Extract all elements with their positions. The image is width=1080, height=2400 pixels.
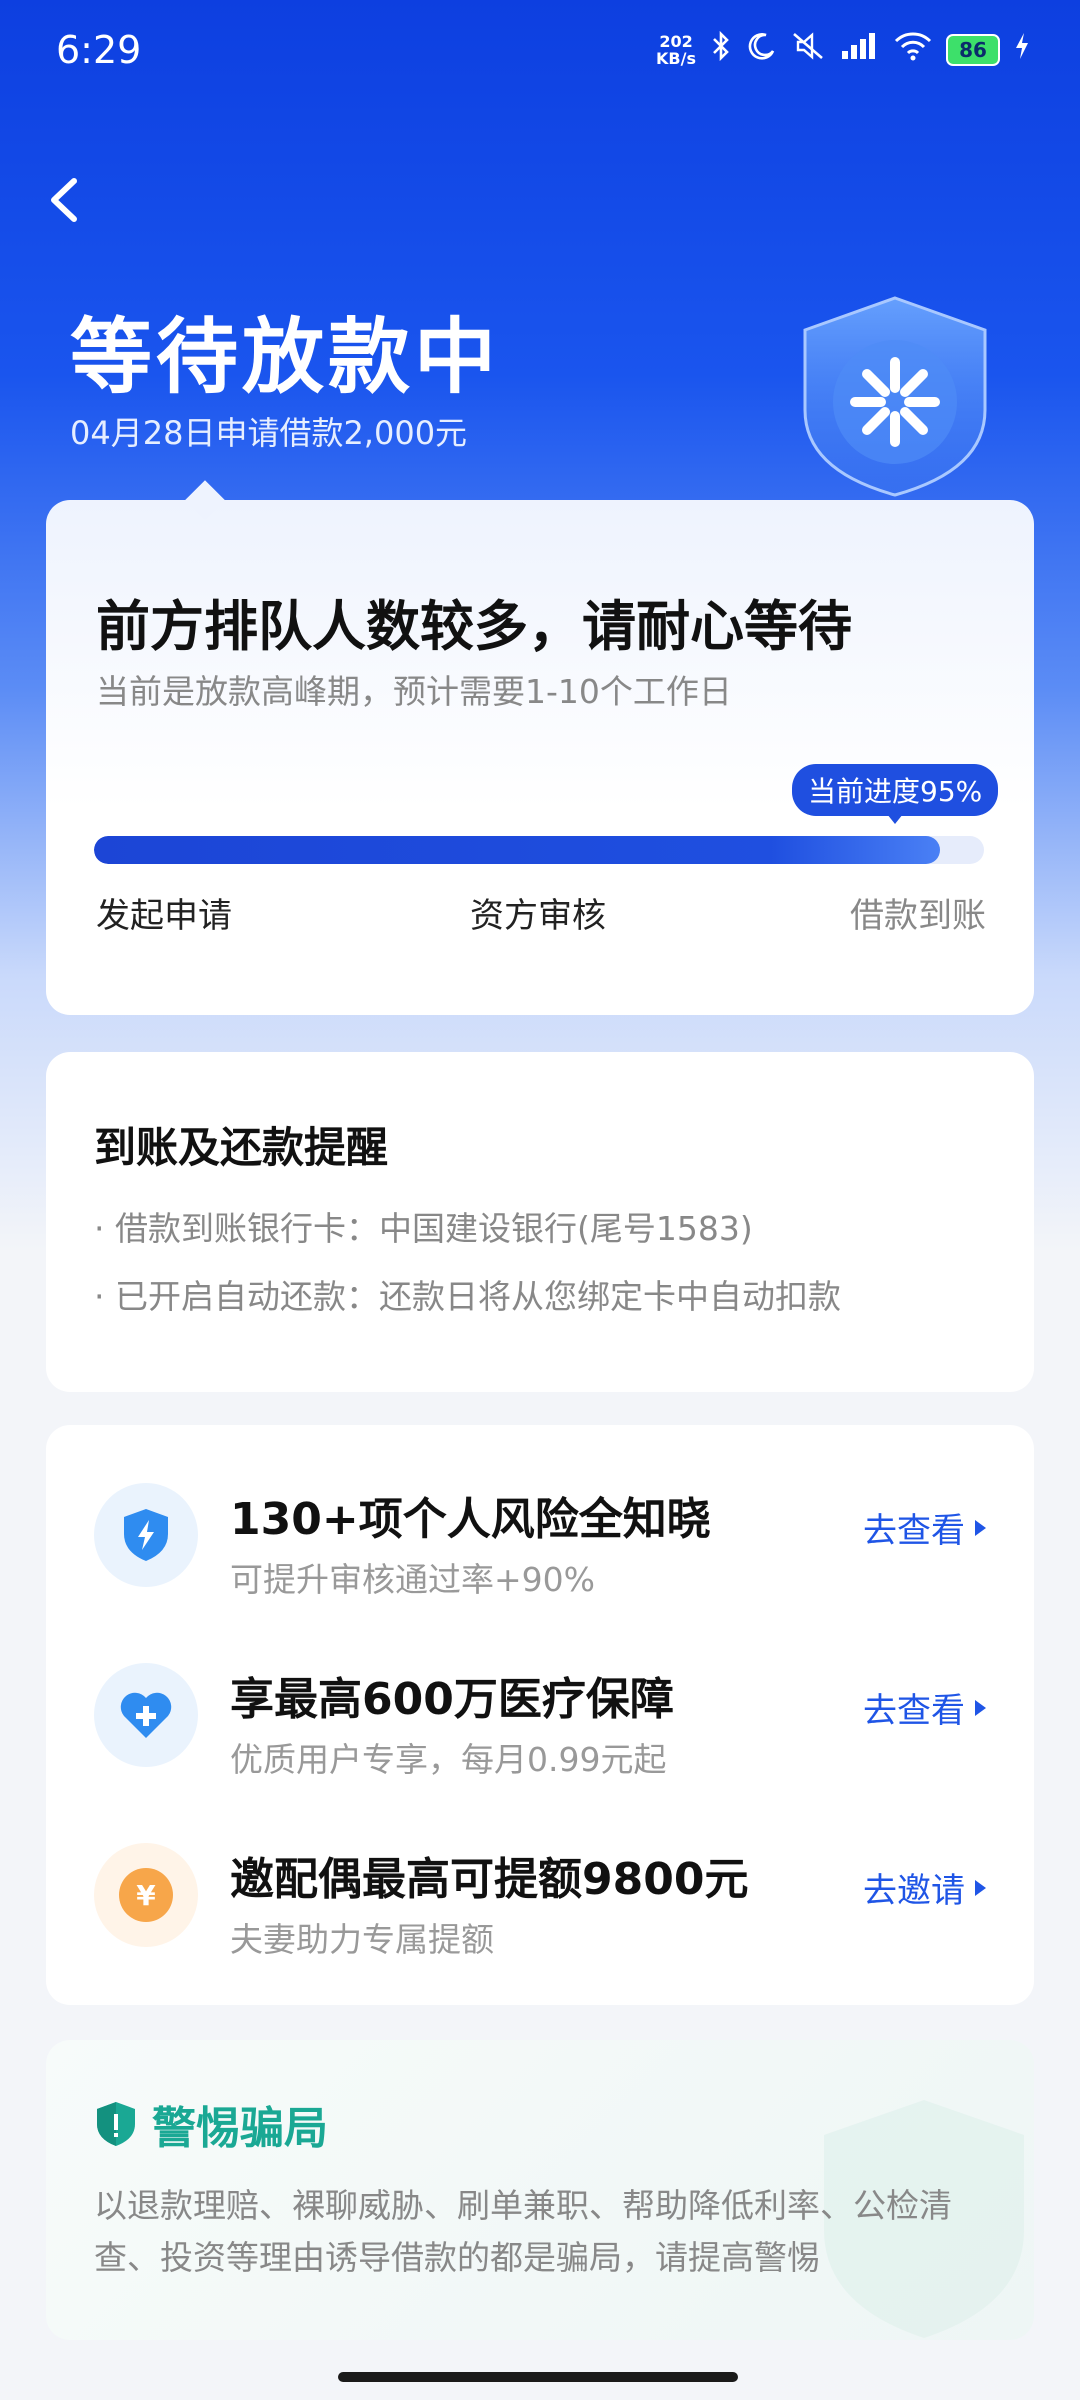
progress-bar [94, 836, 984, 864]
queue-title: 前方排队人数较多，请耐心等待 [96, 595, 852, 658]
promo-title: 享最高600万医疗保障 [230, 1674, 674, 1725]
reminder-card: 到账及还款提醒 · 借款到账银行卡：中国建设银行(尾号1583) · 已开启自动… [46, 1052, 1034, 1392]
network-speed: 202 KB/s [656, 32, 696, 68]
invite-spouse-button[interactable]: 去邀请 [863, 1863, 986, 1912]
shield-badge-icon [795, 290, 995, 500]
moon-icon [746, 31, 776, 69]
progress-card: 前方排队人数较多，请耐心等待 当前是放款高峰期，预计需要1-10个工作日 当前进… [46, 480, 1034, 1015]
warning-header: 警惕骗局 [94, 2092, 328, 2156]
status-bar: 6:29 202 KB/s 86 [0, 0, 1080, 100]
step-review: 资方审核 [470, 896, 606, 936]
wifi-icon [894, 31, 932, 69]
signal-icon [840, 31, 880, 69]
status-time: 6:29 [56, 28, 142, 72]
promo-subtitle: 夫妻助力专属提额 [230, 1920, 494, 1959]
warning-text: 以退款理赔、裸聊威胁、刷单兼职、帮助降低利率、公检清查、投资等理由诱导借款的都是… [94, 2186, 952, 2277]
promo-card: 130+项个人风险全知晓 可提升审核通过率+90% 去查看 享最高600万医疗保… [46, 1425, 1034, 2005]
progress-label: 当前进度95% [792, 764, 999, 824]
promo-title: 130+项个人风险全知晓 [230, 1494, 711, 1545]
back-button[interactable] [46, 175, 86, 231]
promo-title: 邀配偶最高可提额9800元 [230, 1854, 749, 1905]
triangle-right-icon [975, 1699, 986, 1716]
bluetooth-icon [710, 30, 732, 70]
reminder-title: 到账及还款提醒 [94, 1123, 389, 1172]
promo-item-spouse[interactable]: ¥ 邀配偶最高可提额9800元 夫妻助力专属提额 去邀请 [46, 1825, 1034, 1985]
home-indicator[interactable] [338, 2372, 738, 2382]
status-icons: 202 KB/s 86 [656, 30, 1030, 70]
page-subtitle: 04月28日申请借款2,000元 [70, 414, 468, 452]
promo-item-medical[interactable]: 享最高600万医疗保障 优质用户专享，每月0.99元起 去查看 [46, 1645, 1034, 1805]
mute-icon [790, 30, 826, 70]
promo-subtitle: 可提升审核通过率+90% [230, 1560, 595, 1599]
warning-title: 警惕骗局 [152, 2103, 328, 2154]
triangle-right-icon [975, 1519, 986, 1536]
heart-plus-icon [94, 1663, 198, 1767]
shield-warning-icon [97, 2102, 135, 2146]
reminder-bank-card: · 借款到账银行卡：中国建设银行(尾号1583) [94, 1209, 753, 1248]
queue-subtitle: 当前是放款高峰期，预计需要1-10个工作日 [96, 672, 732, 711]
shield-lightning-icon [94, 1483, 198, 1587]
view-medical-button[interactable]: 去查看 [863, 1683, 986, 1732]
promo-item-risk[interactable]: 130+项个人风险全知晓 可提升审核通过率+90% 去查看 [46, 1465, 1034, 1625]
triangle-right-icon [975, 1879, 986, 1896]
progress-bar-fill [94, 836, 940, 864]
charging-icon [1014, 31, 1030, 69]
step-apply: 发起申请 [96, 896, 232, 936]
view-risk-button[interactable]: 去查看 [863, 1503, 986, 1552]
svg-text:¥: ¥ [136, 1879, 156, 1912]
battery-indicator: 86 [946, 34, 1000, 66]
reminder-auto-repay: · 已开启自动还款：还款日将从您绑定卡中自动扣款 [94, 1277, 841, 1316]
chevron-left-icon [51, 178, 77, 222]
fraud-warning-card: 警惕骗局 以退款理赔、裸聊威胁、刷单兼职、帮助降低利率、公检清查、投资等理由诱导… [46, 2040, 1034, 2340]
page-title: 等待放款中 [70, 310, 501, 405]
step-arrival: 借款到账 [850, 896, 986, 936]
yuan-coin-icon: ¥ [94, 1843, 198, 1947]
promo-subtitle: 优质用户专享，每月0.99元起 [230, 1740, 667, 1779]
